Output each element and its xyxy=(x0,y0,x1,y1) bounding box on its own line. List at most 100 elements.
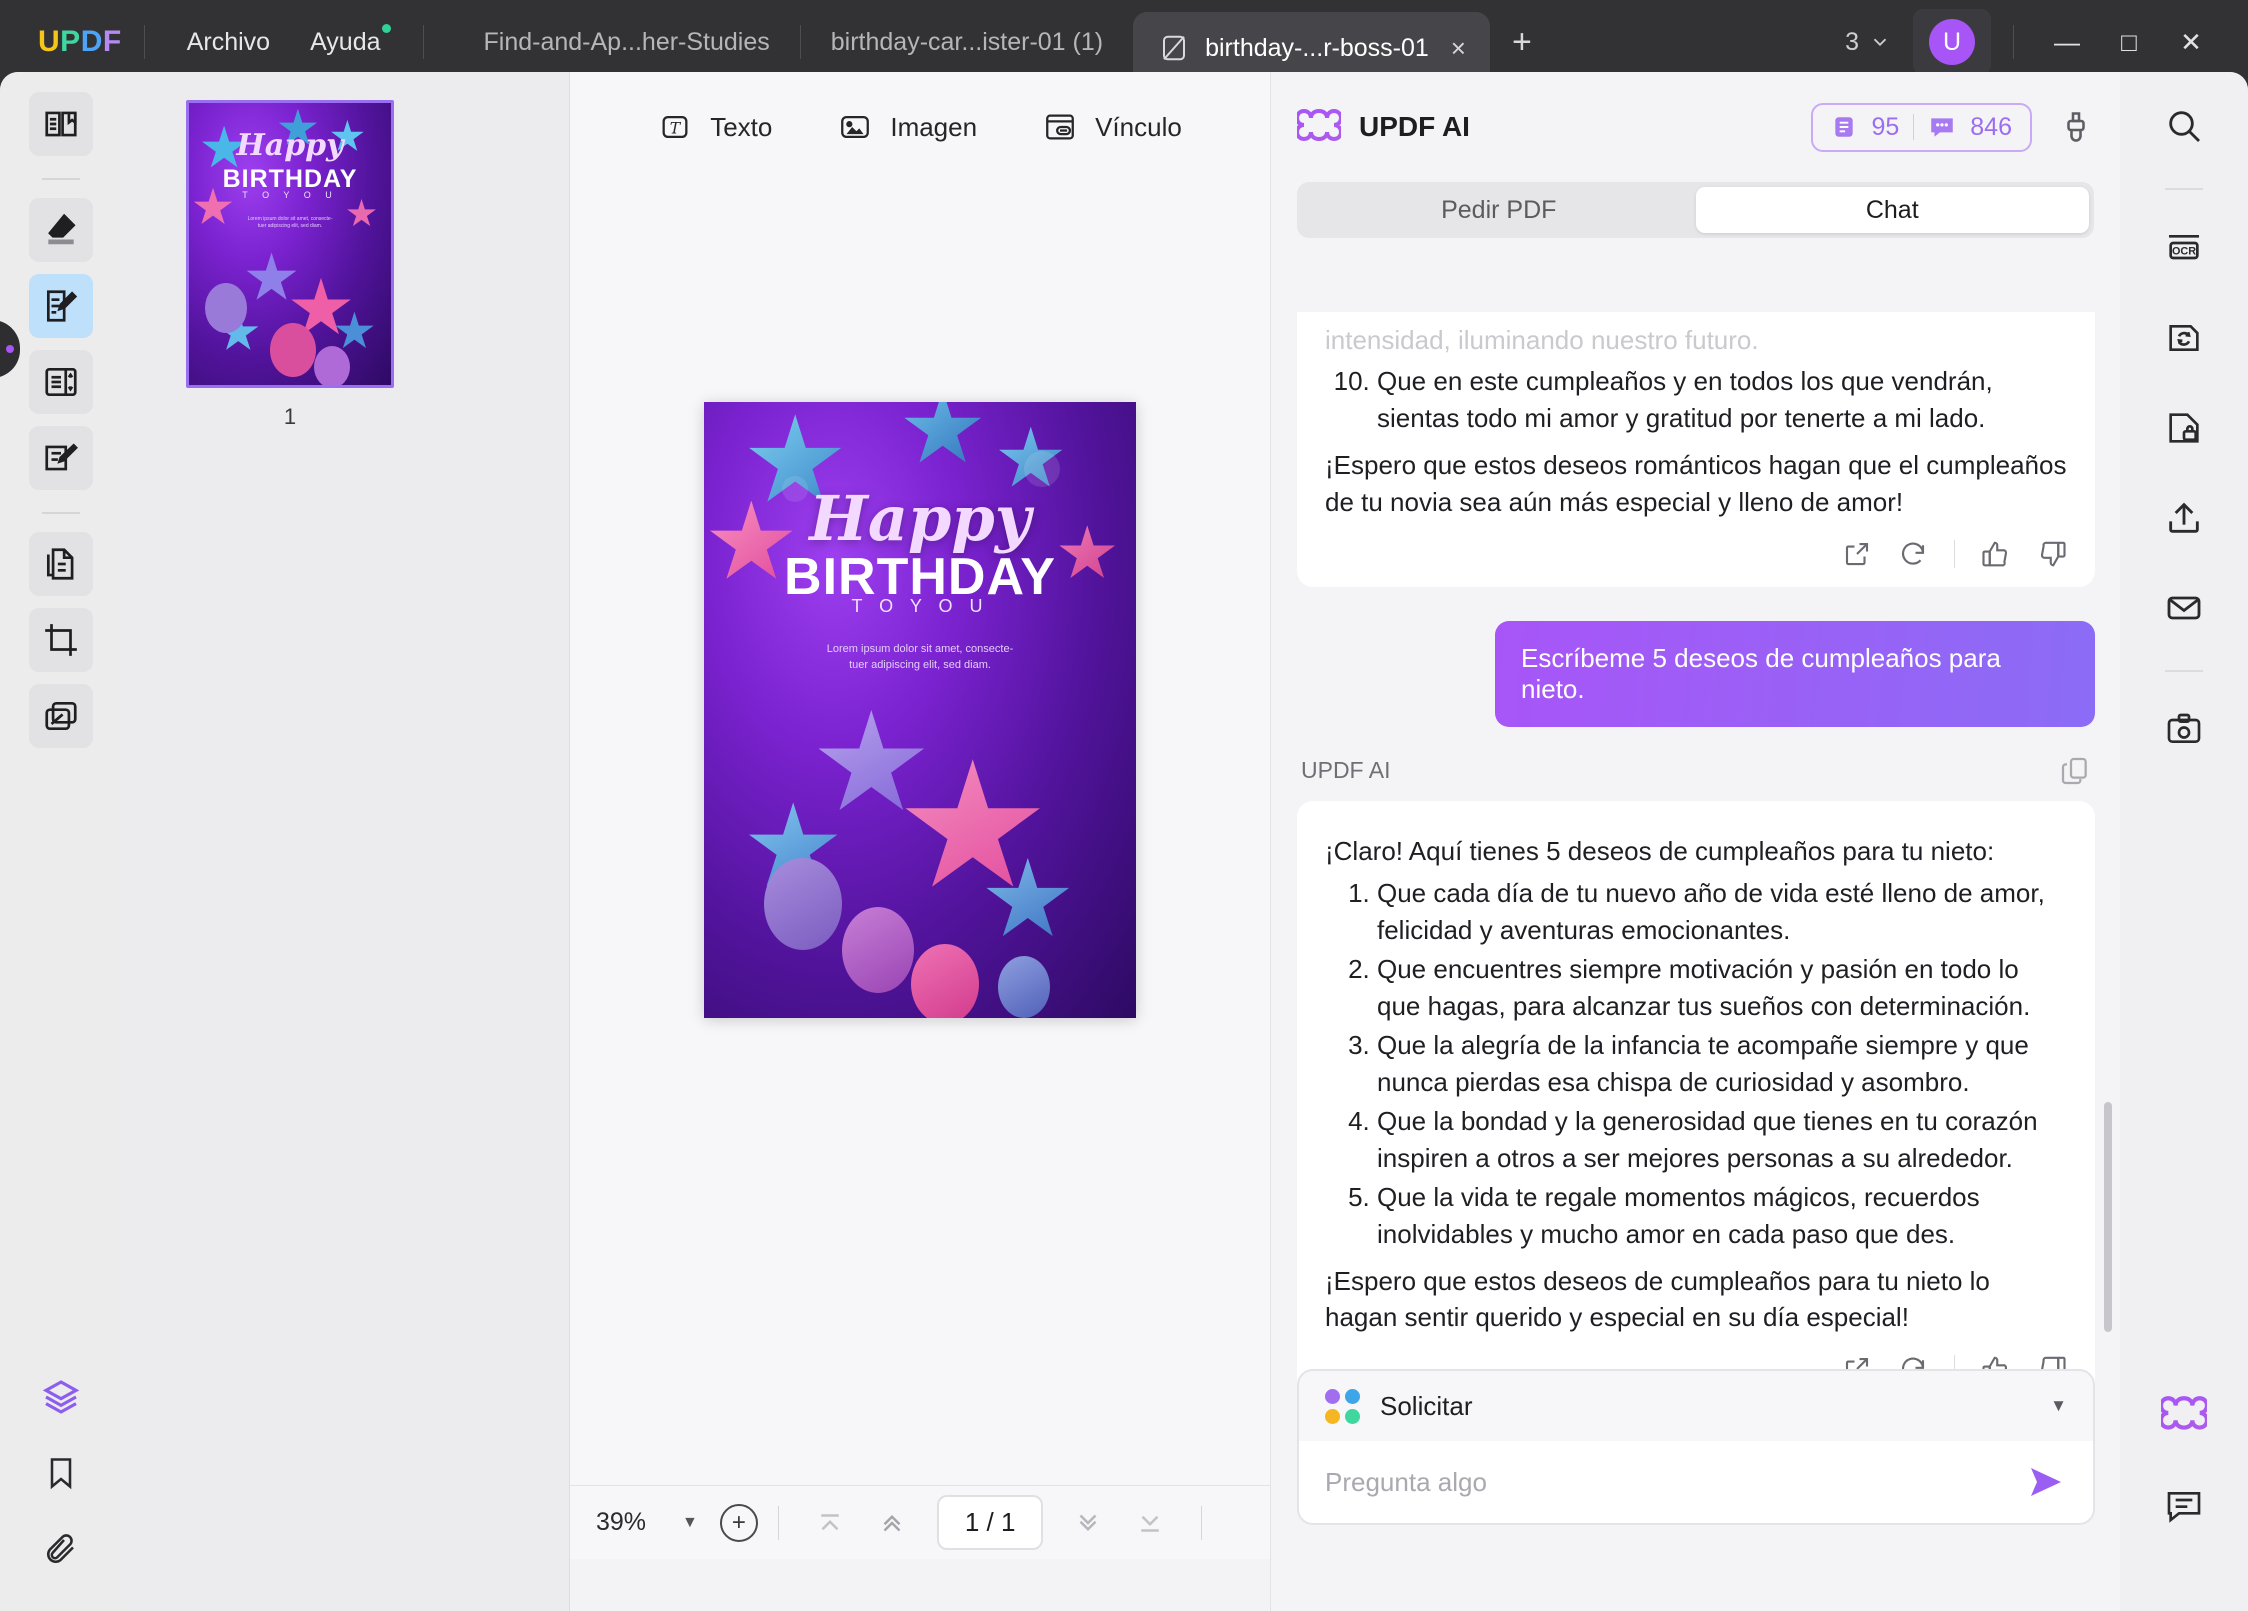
right-item-comment[interactable] xyxy=(2152,1473,2216,1537)
export-icon[interactable] xyxy=(1842,539,1872,569)
updf-application-window: UPDF Archivo Ayuda Find-and-Ap...her-Stu… xyxy=(0,0,2248,1611)
assistant-list: Que en este cumpleaños y en todos los qu… xyxy=(1377,363,2067,437)
tab-label: birthday-...r-boss-01 xyxy=(1205,33,1429,62)
prompt-library-icon xyxy=(1325,1388,1360,1424)
bookmark-icon xyxy=(43,1455,79,1491)
rail-separator xyxy=(2165,670,2203,672)
image-icon xyxy=(838,110,872,144)
chat-credit-icon xyxy=(1928,114,1956,140)
sidebar-item-crop-page[interactable] xyxy=(29,608,93,672)
list-item: Que la bondad y la generosidad que tiene… xyxy=(1377,1103,2067,1177)
sidebar-item-organize-pages[interactable] xyxy=(29,350,93,414)
updf-ai-panel: UPDF AI 95 846 Pedir PDF Chat intensidad… xyxy=(1270,72,2120,1611)
next-page-icon[interactable] xyxy=(1057,1508,1119,1538)
sidebar-item-edit-pdf[interactable] xyxy=(29,274,93,338)
batch-icon xyxy=(42,697,80,735)
window-count-dropdown[interactable]: 3 xyxy=(1845,28,1891,57)
menu-archivo[interactable]: Archivo xyxy=(167,22,290,63)
update-badge-dot xyxy=(381,23,391,33)
sidebar-item-convert-pdf[interactable] xyxy=(29,532,93,596)
right-tool-rail: OCR xyxy=(2120,72,2248,1611)
close-window-button[interactable]: ✕ xyxy=(2160,27,2222,58)
list-item: Que la alegría de la infancia te acompañ… xyxy=(1377,1027,2067,1101)
sidebar-item-highlighter[interactable] xyxy=(29,198,93,262)
chat-scrollbar-thumb[interactable] xyxy=(2104,1102,2112,1332)
tab-chat[interactable]: Chat xyxy=(1695,187,2089,233)
zoom-level[interactable]: 39% xyxy=(596,1508,682,1537)
edit-pdf-icon xyxy=(42,287,80,325)
assistant-outro: ¡Espero que estos deseos de cumpleaños p… xyxy=(1325,1265,1990,1333)
regenerate-icon[interactable] xyxy=(1898,539,1928,569)
organize-pages-icon xyxy=(42,363,80,401)
menu-ayuda[interactable]: Ayuda xyxy=(290,22,400,63)
minimize-button[interactable]: — xyxy=(2036,27,2098,58)
chat-scroll-area[interactable]: intensidad, iluminando nuestro futuro. Q… xyxy=(1271,312,2121,1482)
ocr-icon: OCR xyxy=(2164,228,2204,268)
thumbs-down-icon[interactable] xyxy=(2037,539,2067,569)
composer-mode-selector[interactable]: Solicitar ▼ xyxy=(1299,1371,2093,1441)
rail-separator xyxy=(42,512,80,514)
sidebar-item-read-mode[interactable] xyxy=(29,92,93,156)
sidebar-item-batch[interactable] xyxy=(29,684,93,748)
sidebar-item-layers[interactable] xyxy=(29,1365,93,1429)
window-controls-group: 3 U — □ ✕ xyxy=(1845,9,2248,75)
ai-assistant-icon xyxy=(2161,1392,2207,1438)
updf-logo[interactable]: UPDF xyxy=(38,25,122,59)
sidebar-item-fill-and-sign[interactable] xyxy=(29,426,93,490)
page-indicator[interactable]: 1 / 1 xyxy=(936,1495,1044,1550)
tab-pedir-pdf[interactable]: Pedir PDF xyxy=(1302,187,1696,233)
right-item-ocr[interactable]: OCR xyxy=(2152,216,2216,280)
right-item-protect[interactable] xyxy=(2152,396,2216,460)
document-canvas[interactable]: Happy BIRTHDAY T O Y O U Lorem ipsum dol… xyxy=(570,182,1270,1559)
divider xyxy=(143,25,145,59)
copy-icon[interactable] xyxy=(2059,755,2091,787)
right-item-search[interactable] xyxy=(2152,94,2216,158)
rail-separator xyxy=(2165,188,2203,190)
document-pane: T Texto Imagen Vínculo Happy BIRTHDAY T … xyxy=(570,72,1270,1611)
ai-panel-header: UPDF AI 95 846 xyxy=(1271,72,2120,182)
poster-lorem-line1: Lorem ipsum dolor sit amet, consecte- xyxy=(826,643,1014,656)
right-item-convert[interactable] xyxy=(2152,306,2216,370)
assistant-intro: ¡Claro! Aquí tienes 5 deseos de cumpleañ… xyxy=(1325,835,1995,866)
assistant-name-label: UPDF AI xyxy=(1301,757,1391,784)
account-button[interactable]: U xyxy=(1913,9,1991,75)
right-item-save[interactable] xyxy=(2152,698,2216,762)
toolbar-item-label: Imagen xyxy=(890,111,978,142)
rail-collapse-handle[interactable] xyxy=(0,320,20,378)
credits-badge[interactable]: 95 846 xyxy=(1811,102,2032,152)
poster-toyou-text: T O Y O U xyxy=(851,596,989,617)
document-credit-icon xyxy=(1831,114,1857,140)
last-page-icon[interactable] xyxy=(1119,1508,1181,1538)
thumbs-up-icon[interactable] xyxy=(1981,539,2011,569)
chat-input[interactable] xyxy=(1325,1466,2027,1498)
text-icon: T xyxy=(658,110,692,144)
assistant-message-2: ¡Claro! Aquí tienes 5 deseos de cumpleañ… xyxy=(1297,800,2095,1403)
assistant-message-1: intensidad, iluminando nuestro futuro. Q… xyxy=(1297,312,2095,587)
toolbar-item-imagen[interactable]: Imagen xyxy=(838,110,977,144)
chat-composer: Solicitar ▼ xyxy=(1297,1369,2095,1525)
sidebar-item-bookmark[interactable] xyxy=(29,1441,93,1505)
prev-page-icon[interactable] xyxy=(861,1508,923,1538)
page-thumbnail-1[interactable]: Happy BIRTHDAY T O Y O U Lorem ipsum dol… xyxy=(186,100,394,388)
maximize-button[interactable]: □ xyxy=(2098,27,2160,58)
send-icon[interactable] xyxy=(2027,1465,2067,1499)
new-tab-button[interactable]: + xyxy=(1512,25,1532,59)
attachment-icon xyxy=(43,1531,79,1567)
zoom-dropdown-caret-icon[interactable]: ▼ xyxy=(682,1514,698,1532)
toolbar-item-vinculo[interactable]: Vínculo xyxy=(1043,110,1182,144)
right-item-share[interactable] xyxy=(2152,486,2216,550)
pdf-page-1[interactable]: Happy BIRTHDAY T O Y O U Lorem ipsum dol… xyxy=(704,402,1136,1018)
right-item-email[interactable] xyxy=(2152,576,2216,640)
chevron-down-icon xyxy=(1869,31,1891,53)
clear-chat-brush-icon[interactable] xyxy=(2058,109,2094,145)
close-tab-icon[interactable]: × xyxy=(1451,33,1466,64)
sidebar-item-attachment[interactable] xyxy=(29,1517,93,1581)
layers-icon xyxy=(41,1377,81,1417)
list-item: Que en este cumpleaños y en todos los qu… xyxy=(1377,363,2067,437)
toolbar-item-texto[interactable]: T Texto xyxy=(658,110,772,144)
status-strip xyxy=(570,1559,1270,1611)
right-item-ai-assistant[interactable] xyxy=(2152,1383,2216,1447)
first-page-icon[interactable] xyxy=(799,1508,861,1538)
page-thumbnail-number: 1 xyxy=(283,404,297,429)
zoom-in-button[interactable]: + xyxy=(719,1503,758,1542)
